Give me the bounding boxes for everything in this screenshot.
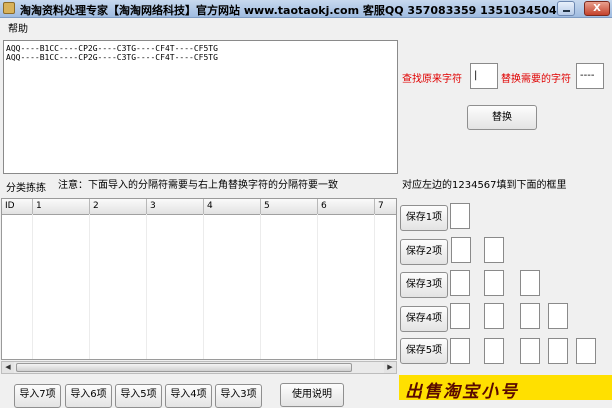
help-button[interactable]: 使用说明 (280, 383, 344, 407)
import-3-button[interactable]: 导入3项 (215, 384, 262, 408)
save-1-button[interactable]: 保存1项 (400, 205, 448, 231)
data-grid[interactable]: ID 1 2 3 4 5 6 7 (1, 198, 397, 360)
mapping-box-4-4[interactable] (548, 303, 568, 329)
scroll-right-icon[interactable]: ▶ (384, 362, 396, 373)
grid-column-divider (260, 214, 261, 359)
grid-column-divider (374, 214, 375, 359)
app-icon (3, 2, 15, 14)
replace-input[interactable]: ---- (576, 63, 604, 89)
scrollbar-thumb[interactable] (16, 363, 352, 372)
mapping-box-4-3[interactable] (520, 303, 540, 329)
horizontal-scrollbar[interactable]: ◀ ▶ (1, 361, 397, 374)
grid-column-header[interactable]: 4 (204, 199, 261, 214)
banner-text: 出售淘宝小号 (405, 382, 519, 400)
import-7-button[interactable]: 导入7项 (14, 384, 61, 408)
mapping-box-4-2[interactable] (484, 303, 504, 329)
menu-bar: 帮助 (0, 18, 612, 35)
grid-column-header[interactable]: 3 (147, 199, 204, 214)
grid-column-header[interactable]: 7 (375, 199, 396, 214)
separator-note: 注意：下面导入的分隔符需要与右上角替换字符的分隔符要一致 (58, 180, 338, 191)
mapping-box-1-1[interactable] (450, 203, 470, 229)
grid-column-header[interactable]: 6 (318, 199, 375, 214)
ad-banner[interactable]: 出售淘宝小号 (399, 375, 612, 400)
minimize-button[interactable] (557, 1, 575, 16)
mapping-box-3-3[interactable] (520, 270, 540, 296)
save-2-button[interactable]: 保存2项 (400, 239, 448, 265)
source-textarea[interactable]: AQQ----B1CC----CP2G----C3TG----CF4T----C… (3, 40, 398, 174)
grid-column-divider (89, 214, 90, 359)
title-bar[interactable]: 淘淘资料处理专家【淘淘网络科技】官方网站 www.taotaokj.com 客服… (0, 0, 612, 18)
scroll-left-icon[interactable]: ◀ (2, 362, 14, 373)
close-button[interactable]: X (584, 1, 610, 16)
save-4-button[interactable]: 保存4项 (400, 306, 448, 332)
save-5-button[interactable]: 保存5项 (400, 338, 448, 364)
grid-column-header[interactable]: ID (2, 199, 33, 214)
mapping-box-5-2[interactable] (484, 338, 504, 364)
import-5-button[interactable]: 导入5项 (115, 384, 162, 408)
minimize-icon (563, 10, 570, 12)
window-title: 淘淘资料处理专家【淘淘网络科技】官方网站 www.taotaokj.com 客服… (20, 4, 557, 17)
mapping-box-2-2[interactable] (484, 237, 504, 263)
mapping-box-5-3[interactable] (520, 338, 540, 364)
grid-column-header[interactable]: 1 (33, 199, 90, 214)
grid-column-divider (203, 214, 204, 359)
mapping-box-3-1[interactable] (450, 270, 470, 296)
mapping-box-5-5[interactable] (576, 338, 596, 364)
import-6-button[interactable]: 导入6项 (65, 384, 112, 408)
replace-button[interactable]: 替换 (467, 105, 537, 130)
grid-column-divider (32, 214, 33, 359)
grid-header: ID 1 2 3 4 5 6 7 (2, 199, 396, 215)
grid-column-header[interactable]: 2 (90, 199, 147, 214)
import-4-button[interactable]: 导入4项 (165, 384, 212, 408)
split-label: 分类拣拣 (6, 183, 46, 194)
save-3-button[interactable]: 保存3项 (400, 272, 448, 298)
mapping-box-5-1[interactable] (450, 338, 470, 364)
grid-column-divider (146, 214, 147, 359)
grid-column-header[interactable]: 5 (261, 199, 318, 214)
mapping-box-3-2[interactable] (484, 270, 504, 296)
fill-instruction: 对应左边的1234567填到下面的框里 (402, 180, 567, 191)
mapping-box-5-4[interactable] (548, 338, 568, 364)
replace-label: 替换需要的字符 (501, 74, 571, 85)
grid-column-divider (317, 214, 318, 359)
mapping-box-2-1[interactable] (451, 237, 471, 263)
find-label: 查找原来字符 (402, 74, 462, 85)
mapping-box-4-1[interactable] (450, 303, 470, 329)
find-input[interactable]: | (470, 63, 498, 89)
menu-item-help[interactable]: 帮助 (8, 20, 28, 35)
